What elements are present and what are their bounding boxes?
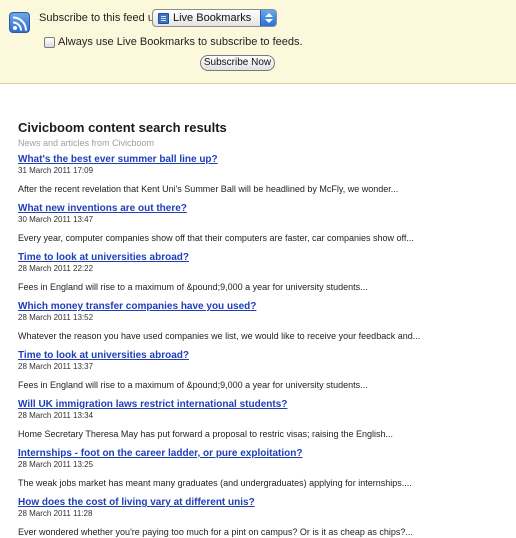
- entry-summary: Fees in England will rise to a maximum o…: [18, 282, 368, 292]
- feed-entry: What new inventions are out there? 30 Ma…: [18, 203, 508, 252]
- entry-date: 31 March 2011 17:09: [18, 166, 94, 175]
- entry-summary: The weak jobs market has meant many grad…: [18, 478, 412, 488]
- feed-entry: Will UK immigration laws restrict intern…: [18, 399, 508, 448]
- entry-title-link[interactable]: Internships - foot on the career ladder,…: [18, 448, 302, 460]
- entry-summary: Every year, computer companies show off …: [18, 233, 414, 243]
- page-title: Civicboom content search results: [18, 120, 227, 135]
- entry-date: 28 March 2011 13:37: [18, 362, 94, 371]
- entry-date: 28 March 2011 13:25: [18, 460, 94, 469]
- subscribe-bar: Subscribe to this feed using Live Bookma…: [0, 0, 516, 84]
- entry-date: 28 March 2011 13:52: [18, 313, 94, 322]
- entry-title-link[interactable]: Time to look at universities abroad?: [18, 350, 189, 362]
- feed-reader-selected-value: Live Bookmarks: [173, 12, 252, 24]
- entry-title-link[interactable]: How does the cost of living vary at diff…: [18, 497, 255, 509]
- entry-summary: After the recent revelation that Kent Un…: [18, 184, 399, 194]
- feed-entry: How does the cost of living vary at diff…: [18, 497, 508, 538]
- always-use-label[interactable]: Always use Live Bookmarks to subscribe t…: [58, 36, 303, 49]
- entry-date: 28 March 2011 22:22: [18, 264, 94, 273]
- subscribe-now-button[interactable]: Subscribe Now: [200, 55, 275, 71]
- entry-summary: Fees in England will rise to a maximum o…: [18, 380, 368, 390]
- page-subtitle: News and articles from Civicboom: [18, 138, 155, 148]
- always-use-checkbox[interactable]: [44, 37, 55, 48]
- feed-list: What's the best ever summer ball line up…: [18, 154, 508, 538]
- entry-summary: Home Secretary Theresa May has put forwa…: [18, 429, 393, 439]
- entry-title-link[interactable]: Time to look at universities abroad?: [18, 252, 189, 264]
- entry-date: 28 March 2011 13:34: [18, 411, 94, 420]
- entry-date: 30 March 2011 13:47: [18, 215, 94, 224]
- entry-summary: Ever wondered whether you're paying too …: [18, 527, 413, 537]
- bookmarks-book-icon: [158, 13, 169, 24]
- select-arrows-icon: [260, 10, 276, 26]
- entry-summary: Whatever the reason you have used compan…: [18, 331, 421, 341]
- feed-entry: Internships - foot on the career ladder,…: [18, 448, 508, 497]
- entry-date: 28 March 2011 11:28: [18, 509, 93, 518]
- rss-feed-icon: [9, 12, 30, 33]
- entry-title-link[interactable]: Which money transfer companies have you …: [18, 301, 256, 313]
- feed-entry: Time to look at universities abroad? 28 …: [18, 252, 508, 301]
- feed-content: Civicboom content search results News an…: [18, 120, 508, 538]
- feed-entry: Which money transfer companies have you …: [18, 301, 508, 350]
- entry-title-link[interactable]: Will UK immigration laws restrict intern…: [18, 399, 287, 411]
- entry-title-link[interactable]: What's the best ever summer ball line up…: [18, 154, 218, 166]
- feed-reader-select[interactable]: Live Bookmarks: [152, 9, 277, 27]
- feed-entry: Time to look at universities abroad? 28 …: [18, 350, 508, 399]
- feed-entry: What's the best ever summer ball line up…: [18, 154, 508, 203]
- entry-title-link[interactable]: What new inventions are out there?: [18, 203, 187, 215]
